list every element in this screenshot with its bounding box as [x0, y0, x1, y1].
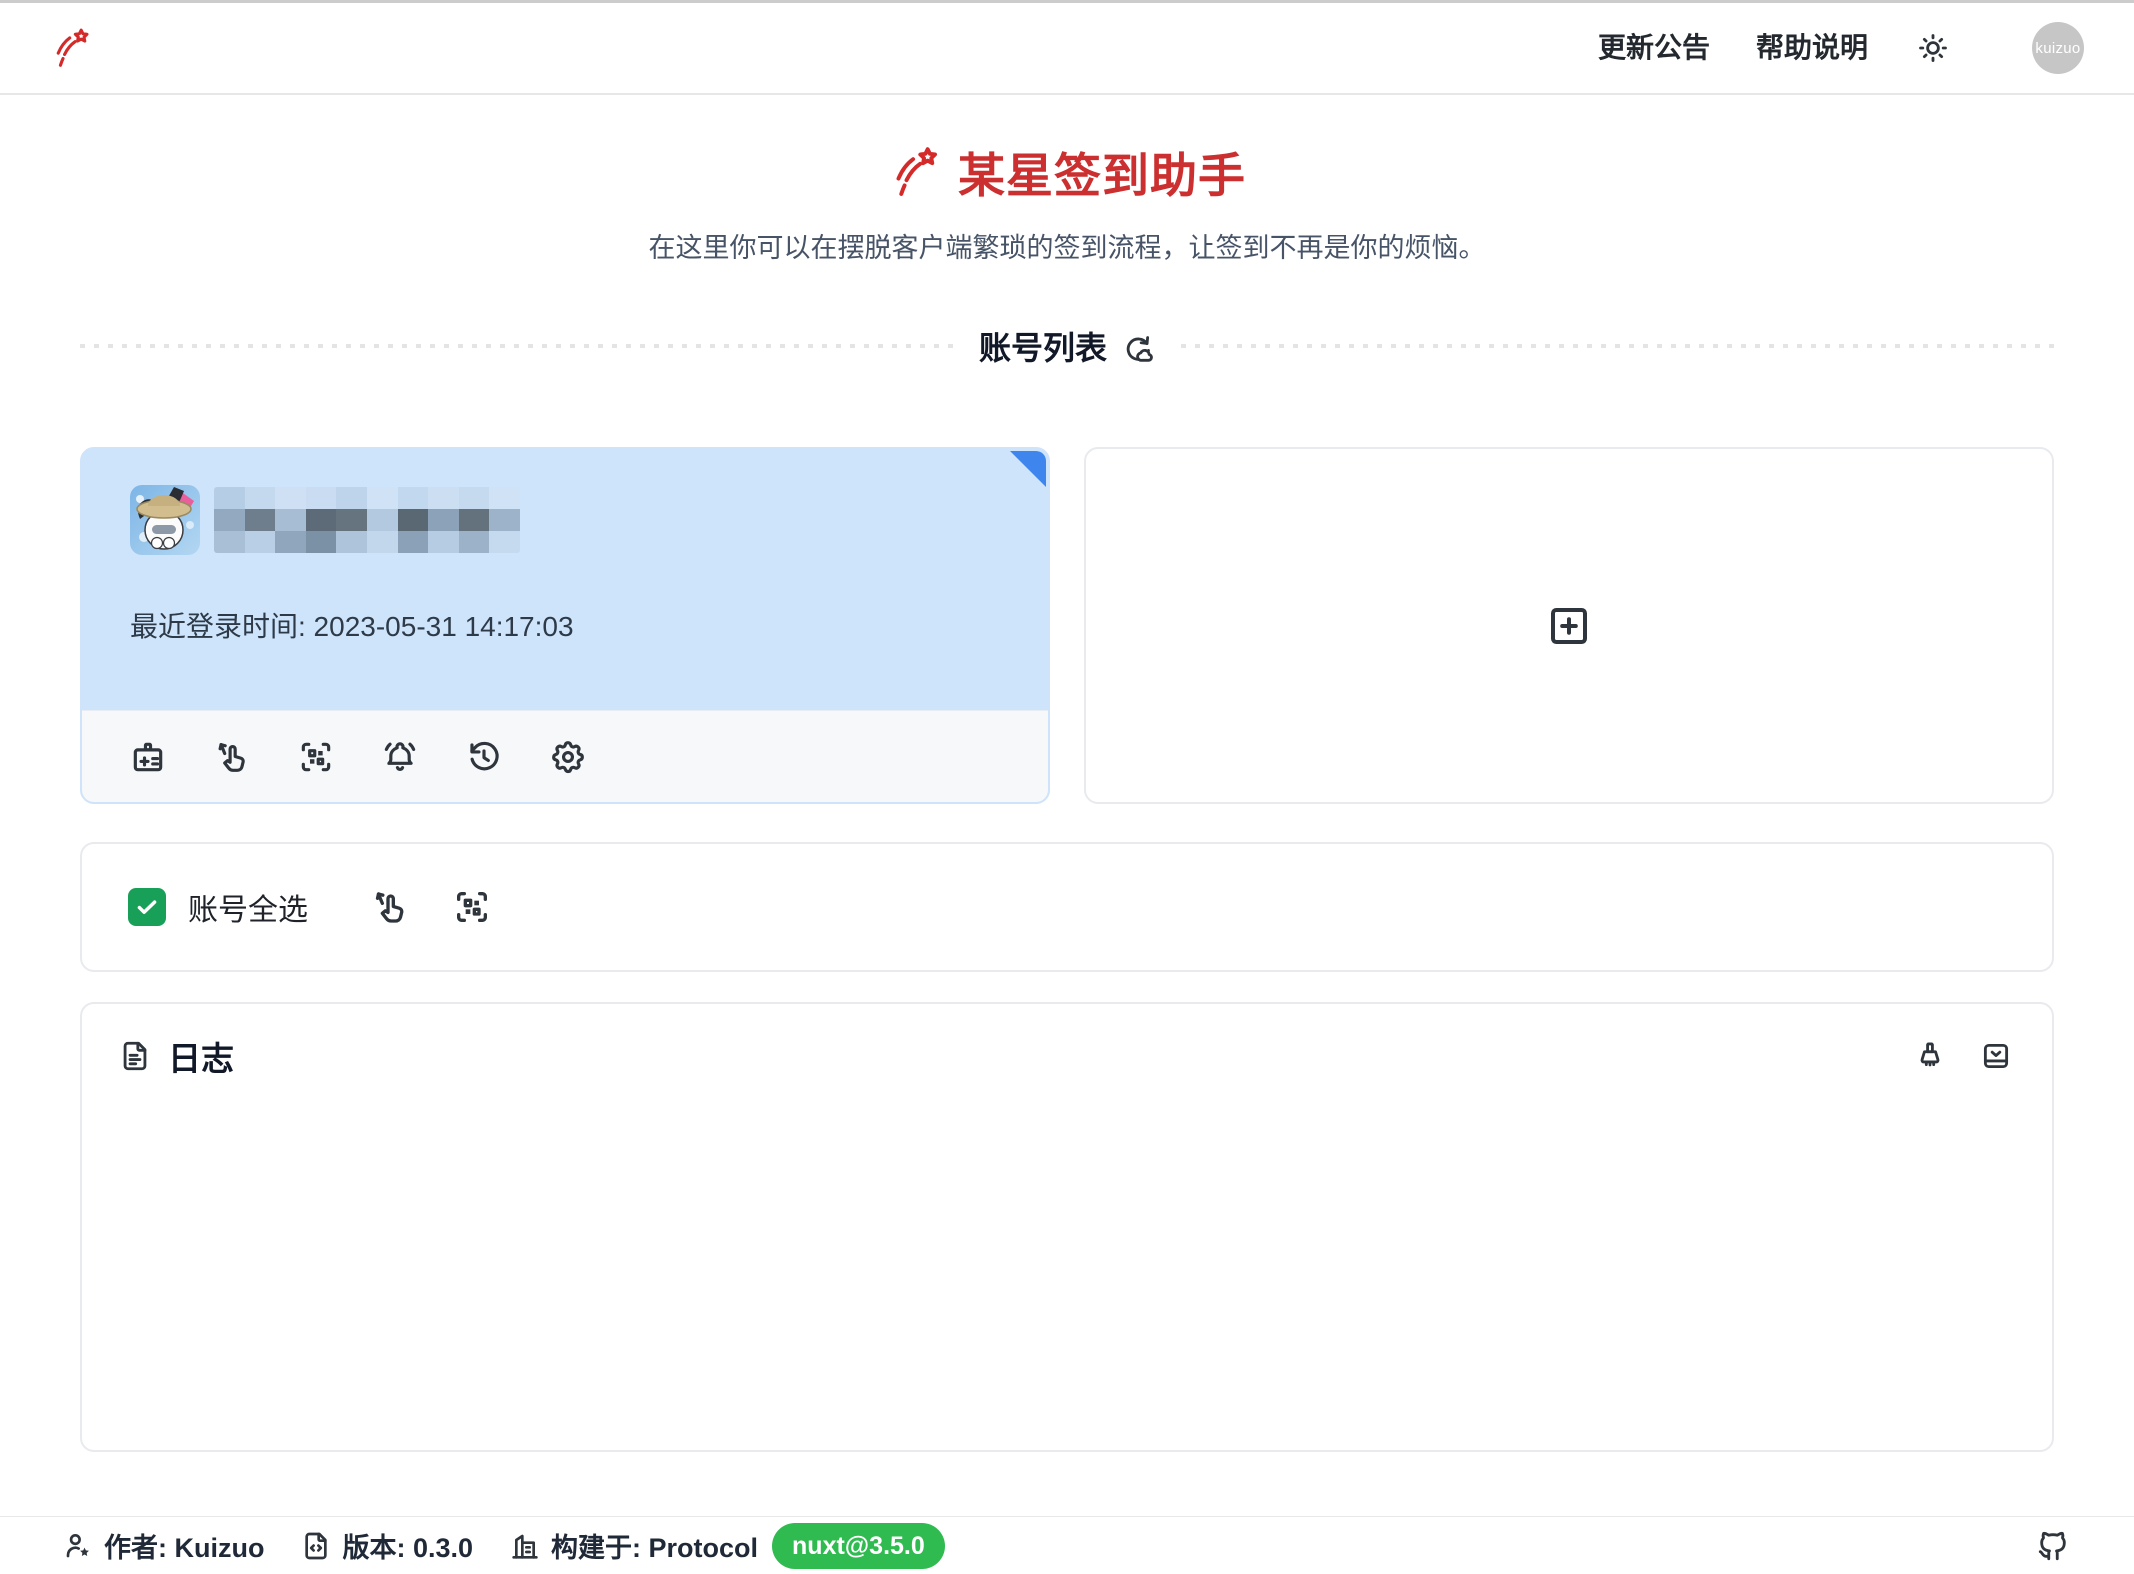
- account-name-redacted: [214, 487, 520, 553]
- bell-ringing-icon: [381, 738, 419, 776]
- log-panel: 日志: [80, 1002, 2054, 1452]
- scan-qrcode-button[interactable]: [296, 737, 336, 777]
- last-login-time: 最近登录时间: 2023-05-31 14:17:03: [130, 605, 1000, 645]
- main-content: 某星签到助手 在这里你可以在摆脱客户端繁琐的签到流程，让签到不再是你的烦恼。 账…: [0, 95, 2134, 1452]
- settings-icon: [549, 738, 587, 776]
- app-logo-shooting-star-icon[interactable]: [50, 26, 94, 70]
- footer-author: 作者: Kuizuo: [62, 1526, 264, 1565]
- nav-help[interactable]: 帮助说明: [1756, 34, 1868, 62]
- selected-corner-badge: [1010, 451, 1046, 487]
- account-avatar: [130, 485, 200, 555]
- divider-line-left: [80, 344, 953, 348]
- account-settings-button[interactable]: [548, 737, 588, 777]
- nav-update-announcement[interactable]: 更新公告: [1598, 34, 1710, 62]
- account-actions-bar: [82, 710, 1048, 802]
- history-button[interactable]: [464, 737, 504, 777]
- page: 更新公告 帮助说明 kuizuo 某星签到助手 在这里你可以在摆脱客户端繁琐的签…: [0, 0, 2134, 1574]
- account-cards-grid: 最近登录时间: 2023-05-31 14:17:03: [80, 447, 2054, 804]
- add-account-card[interactable]: [1084, 447, 2054, 804]
- file-text-icon: [118, 1039, 152, 1073]
- user-avatar[interactable]: kuizuo: [2032, 22, 2084, 74]
- header-nav: 更新公告 帮助说明 kuizuo: [1598, 22, 2084, 74]
- save-log-icon: [1979, 1039, 2013, 1073]
- nuxt-version-badge: nuxt@3.5.0: [772, 1523, 945, 1569]
- account-card-top: 最近登录时间: 2023-05-31 14:17:03: [82, 449, 1048, 710]
- page-title: 某星签到助手: [958, 137, 1246, 206]
- title-shooting-star-icon: [888, 144, 944, 200]
- sun-icon: [1916, 31, 1950, 65]
- github-icon: [2036, 1529, 2070, 1563]
- add-credential-button[interactable]: [128, 737, 168, 777]
- select-all-label: 账号全选: [188, 885, 308, 929]
- building-icon: [509, 1530, 541, 1562]
- footer-build: 构建于: Protocol: [509, 1526, 758, 1565]
- hand-click-icon: [213, 738, 251, 776]
- hand-click-icon: [370, 887, 410, 927]
- select-all-checkbox[interactable]: [128, 888, 166, 926]
- hero: 某星签到助手 在这里你可以在摆脱客户端繁琐的签到流程，让签到不再是你的烦恼。: [80, 137, 2054, 265]
- select-all-bar: 账号全选: [80, 842, 2054, 972]
- notification-button[interactable]: [380, 737, 420, 777]
- github-link[interactable]: [2034, 1527, 2072, 1565]
- user-star-icon: [62, 1530, 94, 1562]
- account-list-divider: 账号列表: [80, 323, 2054, 369]
- save-log-button[interactable]: [1976, 1036, 2016, 1076]
- page-subtitle: 在这里你可以在摆脱客户端繁琐的签到流程，让签到不再是你的烦恼。: [80, 226, 2054, 265]
- footer-author-text: 作者: Kuizuo: [104, 1526, 264, 1565]
- check-icon: [134, 894, 160, 920]
- id-badge-plus-icon: [129, 738, 167, 776]
- batch-scan-qrcode-button[interactable]: [452, 887, 492, 927]
- clear-log-brush-icon: [1913, 1039, 1947, 1073]
- divider-line-right: [1181, 344, 2054, 348]
- account-card[interactable]: 最近登录时间: 2023-05-31 14:17:03: [80, 447, 1050, 804]
- clear-log-button[interactable]: [1910, 1036, 1950, 1076]
- one-click-signin-button[interactable]: [212, 737, 252, 777]
- cloud-sync-icon[interactable]: [1121, 332, 1155, 366]
- log-title: 日志: [168, 1032, 234, 1080]
- account-list-title: 账号列表: [979, 323, 1107, 369]
- footer-version: 版本: 0.3.0: [300, 1526, 473, 1565]
- file-code-icon: [300, 1530, 332, 1562]
- batch-signin-button[interactable]: [370, 887, 410, 927]
- app-header: 更新公告 帮助说明 kuizuo: [0, 3, 2134, 95]
- footer-version-text: 版本: 0.3.0: [342, 1526, 473, 1565]
- qrcode-scan-icon: [297, 738, 335, 776]
- footer: 作者: Kuizuo 版本: 0.3.0 构建于: Protocol nuxt@…: [0, 1517, 2134, 1574]
- log-output-area: [118, 1080, 2016, 1422]
- square-plus-icon: [1545, 602, 1593, 650]
- history-icon: [465, 738, 503, 776]
- footer-build-text: 构建于: Protocol: [551, 1526, 758, 1565]
- theme-toggle-button[interactable]: [1914, 29, 1952, 67]
- qrcode-scan-icon: [452, 887, 492, 927]
